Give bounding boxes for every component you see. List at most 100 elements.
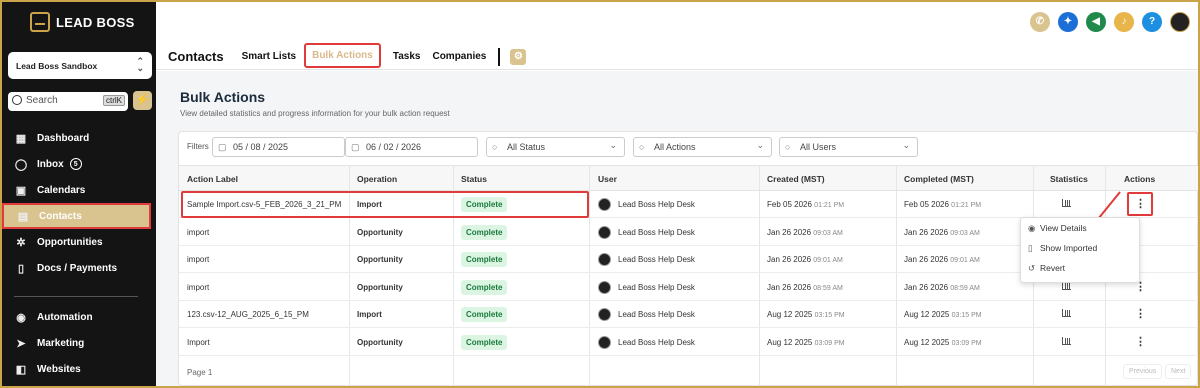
menu-item-show-imported[interactable]: ▯ Show Imported <box>1021 238 1139 258</box>
column-header[interactable]: Status <box>461 166 487 192</box>
search-icon: ○ <box>492 142 498 152</box>
megaphone-icon[interactable]: ◀ <box>1086 12 1106 32</box>
status-cell: Complete <box>461 329 508 356</box>
sparkle-icon[interactable]: ✦ <box>1058 12 1078 32</box>
search-input[interactable]: Search ctrlK <box>8 92 128 111</box>
more-vertical-icon[interactable]: ⋮ <box>1135 329 1146 356</box>
bar-chart-icon <box>1062 199 1071 207</box>
created-cell: Jan 26 2026 09:01 AM <box>767 246 843 273</box>
tab-tasks[interactable]: Tasks <box>393 51 421 62</box>
created-cell: Jan 26 2026 08:59 AM <box>767 274 843 301</box>
sidebar-item-label: Dashboard <box>37 132 90 144</box>
tab-smart-lists[interactable]: Smart Lists <box>242 51 296 62</box>
sidebar-item-docs-payments[interactable]: ▯ Docs / Payments <box>2 257 156 279</box>
cell-text: Jan 26 2026 <box>767 227 812 237</box>
actions-filter-value: All Actions <box>654 142 696 152</box>
column-header[interactable]: Actions <box>1124 166 1155 192</box>
next-page-button[interactable]: Next <box>1165 364 1192 379</box>
user-cell: Lead Boss Help Desk <box>598 219 695 246</box>
sidebar-item-calendars[interactable]: ▣ Calendars <box>2 179 156 201</box>
chevron-down-icon: ⌄ <box>902 140 910 150</box>
calendar-icon: ▣ <box>15 184 27 197</box>
column-header[interactable]: Action Label <box>187 166 238 192</box>
page-subtitle: View detailed statistics and progress in… <box>180 109 450 118</box>
statistics-button[interactable] <box>1062 191 1071 218</box>
date-from-field[interactable]: ▢ 05 / 08 / 2025 <box>212 137 345 157</box>
send-icon: ➤ <box>16 337 26 350</box>
completed-cell: Aug 12 2025 03:09 PM <box>904 329 982 356</box>
bell-icon[interactable]: ♪ <box>1114 12 1134 32</box>
menu-item-view-details[interactable]: ◉ View Details <box>1021 218 1139 238</box>
undo-icon: ↺ <box>1028 263 1036 273</box>
user-cell: Lead Boss Help Desk <box>598 329 695 356</box>
column-header[interactable]: Completed (MST) <box>904 166 974 192</box>
previous-page-button[interactable]: Previous <box>1123 364 1163 379</box>
sidebar-item-automation[interactable]: ◉ Automation <box>2 306 156 328</box>
completed-cell: Jan 26 2026 09:01 AM <box>904 246 980 273</box>
column-header[interactable]: User <box>598 166 617 192</box>
filters-label: Filters <box>187 142 209 151</box>
account-switcher[interactable]: Lead Boss Sandbox ⌃ ⌄ <box>8 52 152 79</box>
tab-bar: Contacts Smart Lists Bulk Actions Tasks … <box>168 43 527 68</box>
help-icon[interactable]: ? <box>1142 12 1162 32</box>
sidebar-item-label: Websites <box>37 363 81 375</box>
statistics-button[interactable] <box>1062 329 1071 356</box>
lightning-icon: ⚡ <box>135 94 150 106</box>
cell-text: 123.csv-12_AUG_2025_6_15_PM <box>187 310 309 319</box>
time-text: 01:21 PM <box>814 202 845 209</box>
gear-icon[interactable]: ⚙ <box>510 48 527 65</box>
sidebar-item-dashboard[interactable]: ▦ Dashboard <box>2 127 156 149</box>
date-to-field[interactable]: ▢ 06 / 02 / 2026 <box>345 137 478 157</box>
cell-text: Lead Boss Help Desk <box>618 337 695 347</box>
avatar[interactable] <box>1170 12 1190 32</box>
time-text: 03:15 PM <box>951 312 982 319</box>
table-row[interactable]: Import Opportunity Complete Lead Boss Help … <box>179 329 1198 356</box>
action-label-cell: import <box>187 219 209 246</box>
sidebar-item-marketing[interactable]: ➤ Marketing <box>2 332 156 354</box>
sidebar-item-inbox[interactable]: ◯ Inbox 5 <box>2 153 156 175</box>
automation-icon: ◉ <box>16 311 26 324</box>
cell-text: Jan 26 2026 <box>904 227 949 237</box>
more-vertical-icon[interactable]: ⋮ <box>1135 301 1146 328</box>
app-window: LEAD BOSS Lead Boss Sandbox ⌃ ⌄ Search ct… <box>2 2 1198 386</box>
status-filter-value: All Status <box>507 142 546 152</box>
action-label-cell: 123.csv-12_AUG_2025_6_15_PM <box>187 301 309 328</box>
sidebar-item-contacts[interactable]: ▤ Contacts <box>2 203 151 229</box>
table-row[interactable]: 123.csv-12_AUG_2025_6_15_PM Import Complet… <box>179 301 1198 328</box>
brand-logo[interactable]: LEAD BOSS <box>30 12 135 32</box>
tab-companies[interactable]: Companies <box>432 51 486 62</box>
search-placeholder: Search <box>26 95 58 106</box>
users-filter[interactable]: ○ All Users ⌄ <box>779 137 918 157</box>
status-badge: Complete <box>461 252 508 267</box>
grid-icon: ▦ <box>15 132 27 145</box>
statistics-button[interactable] <box>1062 301 1071 328</box>
sidebar-item-opportunities[interactable]: ✲ Opportunities <box>2 231 156 253</box>
cell-text: Lead Boss Help Desk <box>618 227 695 237</box>
highlight-row-label <box>181 191 589 218</box>
column-header[interactable]: Operation <box>357 166 397 192</box>
sidebar: LEAD BOSS Lead Boss Sandbox ⌃ ⌄ Search ct… <box>2 2 156 386</box>
status-filter[interactable]: ○ All Status ⌄ <box>486 137 625 157</box>
status-cell: Complete <box>461 274 508 301</box>
column-header[interactable]: Statistics <box>1050 166 1088 192</box>
sidebar-item-label: Automation <box>37 311 93 323</box>
main-content: Bulk Actions View detailed statistics an… <box>156 71 1198 386</box>
action-label-cell: Import <box>187 329 210 356</box>
cell-text: Import <box>357 310 382 319</box>
phone-icon[interactable]: ✆ <box>1030 12 1050 32</box>
date-from-value: 05 / 08 / 2025 <box>233 142 289 152</box>
actions-filter[interactable]: ○ All Actions ⌄ <box>633 137 772 157</box>
operation-cell: Opportunity <box>357 246 403 273</box>
menu-item-revert[interactable]: ↺ Revert <box>1021 258 1139 278</box>
tab-bulk-actions[interactable]: Bulk Actions <box>304 43 381 68</box>
status-badge: Complete <box>461 307 508 322</box>
quick-action-button[interactable]: ⚡ <box>133 91 152 110</box>
sidebar-item-websites[interactable]: ◧ Websites <box>2 358 156 380</box>
inbox-count-badge: 5 <box>69 158 82 170</box>
column-header[interactable]: Created (MST) <box>767 166 825 192</box>
cell-text: Jan 26 2026 <box>767 282 812 292</box>
date-to-value: 06 / 02 / 2026 <box>366 142 422 152</box>
cell-text: Jan 26 2026 <box>904 255 949 264</box>
time-text: 08:59 AM <box>813 284 843 292</box>
calendar-icon: ▢ <box>351 142 360 152</box>
